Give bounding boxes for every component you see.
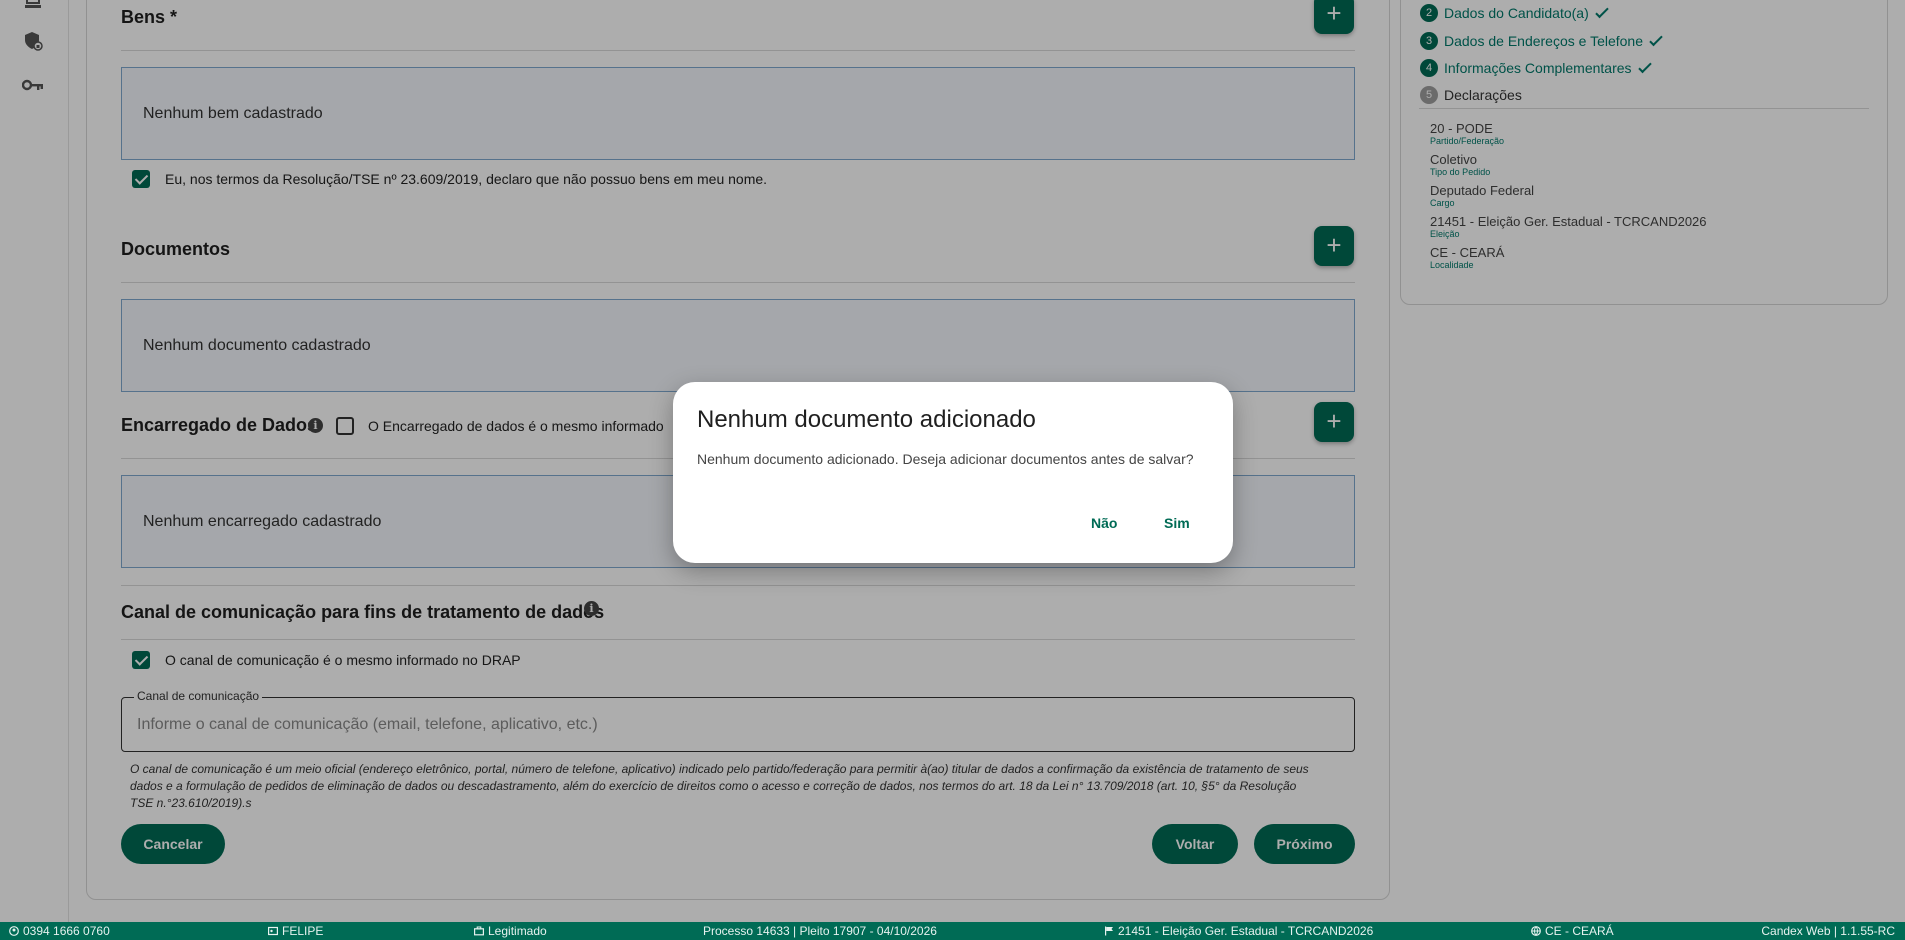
status-version: Candex Web | 1.1.55-RC [1761,924,1895,938]
status-process-text: Processo 14633 | Pleito 17907 - 04/10/20… [703,924,937,938]
globe-icon [1531,926,1541,936]
dialog-no-button[interactable]: Não [1091,515,1117,531]
user-circle-icon [9,926,19,936]
status-election-text: 21451 - Eleição Ger. Estadual - TCRCAND2… [1118,924,1374,938]
status-election: 21451 - Eleição Ger. Estadual - TCRCAND2… [1104,924,1373,938]
status-version-text: Candex Web | 1.1.55-RC [1761,924,1895,938]
dialog-message: Nenhum documento adicionado. Deseja adic… [697,451,1194,467]
status-locality-text: CE - CEARÁ [1545,924,1614,938]
id-card-icon [268,926,278,936]
dialog-title: Nenhum documento adicionado [697,406,1036,433]
flag-icon [1105,926,1113,936]
briefcase-icon [474,926,484,936]
status-bar: 0394 1666 0760 FELIPE Legitimado Process… [0,922,1905,940]
status-locality: CE - CEARÁ [1531,924,1614,938]
dialog-yes-button[interactable]: Sim [1164,515,1190,531]
status-cpf-text: 0394 1666 0760 [23,924,110,938]
status-legitimacy-text: Legitimado [488,924,547,938]
status-legitimacy: Legitimado [474,924,547,938]
status-user: FELIPE [268,924,323,938]
status-cpf: 0394 1666 0760 [9,924,110,938]
status-process: Processo 14633 | Pleito 17907 - 04/10/20… [703,924,937,938]
confirm-dialog: Nenhum documento adicionado Nenhum docum… [673,382,1233,563]
status-user-text: FELIPE [282,924,324,938]
